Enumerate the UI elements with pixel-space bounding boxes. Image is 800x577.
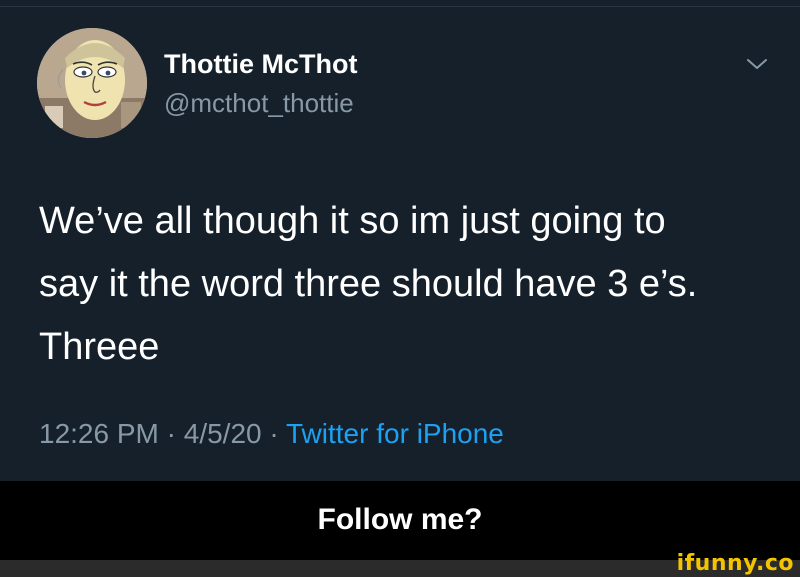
tweet-metadata: 12:26 PM · 4/5/20 · Twitter for iPhone (39, 416, 504, 452)
divider (0, 6, 800, 7)
tweet-source-link[interactable]: Twitter for iPhone (286, 418, 504, 449)
tweet-text: We’ve all though it so im just going to … (39, 190, 779, 379)
tweet-date[interactable]: 4/5/20 (184, 418, 262, 449)
author-name[interactable]: Thottie McThot (164, 48, 357, 80)
meta-separator: · (261, 418, 286, 449)
chevron-down-icon[interactable] (746, 56, 768, 72)
tweet-time[interactable]: 12:26 PM (39, 418, 159, 449)
tweet-text-line: We’ve all though it so im just going to (39, 200, 666, 242)
author-handle[interactable]: @mcthot_thottie (164, 88, 354, 118)
tweet-text-line: say it the word three should have 3 e’s. (39, 263, 698, 305)
meta-separator: · (158, 418, 184, 449)
ifunny-watermark: ifunny.co (676, 551, 794, 576)
avatar-image (37, 28, 147, 138)
tweet-text-line: Threee (39, 326, 160, 368)
caption-text: Follow me? (317, 503, 483, 536)
tweet-card: Thottie McThot @mcthot_thottie We’ve all… (0, 0, 800, 481)
avatar[interactable] (37, 28, 147, 138)
